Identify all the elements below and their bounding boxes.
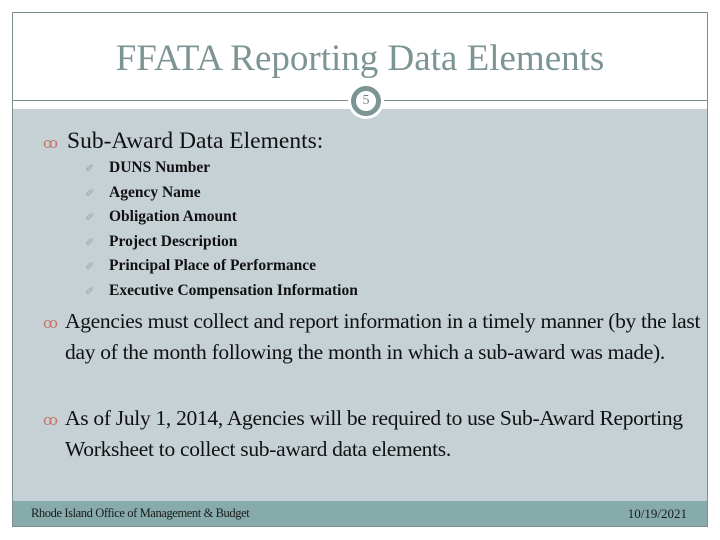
page-number: 5 bbox=[362, 93, 370, 108]
paragraph-text: As of July 1, 2014, Agencies will be req… bbox=[65, 406, 683, 461]
footer-bar: Rhode Island Office of Management & Budg… bbox=[13, 501, 707, 526]
section-heading-text: Sub-Award Data Elements: bbox=[67, 128, 324, 154]
list-item-text: Executive Compensation Information bbox=[109, 282, 358, 299]
list-item: ✐ Obligation Amount bbox=[85, 207, 237, 228]
slide-frame: FFATA Reporting Data Elements 5 ꝏ Sub-Awa… bbox=[12, 12, 708, 527]
pencil-bullet-icon: ✐ bbox=[85, 163, 95, 175]
list-item-text: Principal Place of Performance bbox=[109, 257, 317, 274]
list-item: ✐ Principal Place of Performance bbox=[85, 256, 316, 277]
pencil-bullet-icon: ✐ bbox=[85, 212, 95, 224]
footer-date: 10/19/2021 bbox=[627, 506, 687, 521]
pencil-bullet-icon: ✐ bbox=[85, 237, 95, 249]
paragraph: ꝏ Agencies must collect and report inform… bbox=[43, 307, 715, 366]
pencil-bullet-icon: ✐ bbox=[85, 261, 95, 273]
list-item-text: DUNS Number bbox=[109, 159, 211, 176]
pencil-bullet-icon: ✐ bbox=[85, 286, 95, 298]
section-heading: ꝏ Sub-Award Data Elements: bbox=[43, 127, 323, 158]
slide-title: FFATA Reporting Data Elements bbox=[115, 38, 605, 79]
list-item: ✐ Agency Name bbox=[85, 183, 201, 204]
list-item-text: Obligation Amount bbox=[109, 208, 237, 225]
footer-organization: Rhode Island Office of Management & Budg… bbox=[31, 506, 250, 520]
paragraph-text: Agencies must collect and report informa… bbox=[65, 309, 701, 364]
bullet-icon: ꝏ bbox=[43, 316, 58, 332]
list-item: ✐ DUNS Number bbox=[85, 158, 210, 179]
pencil-bullet-icon: ✐ bbox=[85, 188, 95, 200]
bullet-icon: ꝏ bbox=[43, 136, 58, 152]
list-item: ✐ Executive Compensation Information bbox=[85, 281, 358, 302]
list-item-text: Project Description bbox=[109, 233, 238, 250]
bullet-icon: ꝏ bbox=[43, 413, 58, 429]
paragraph: ꝏ As of July 1, 2014, Agencies will be re… bbox=[43, 404, 715, 463]
list-item-text: Agency Name bbox=[109, 184, 201, 201]
list-item: ✐ Project Description bbox=[85, 232, 237, 253]
page-number-badge: 5 bbox=[351, 86, 381, 116]
